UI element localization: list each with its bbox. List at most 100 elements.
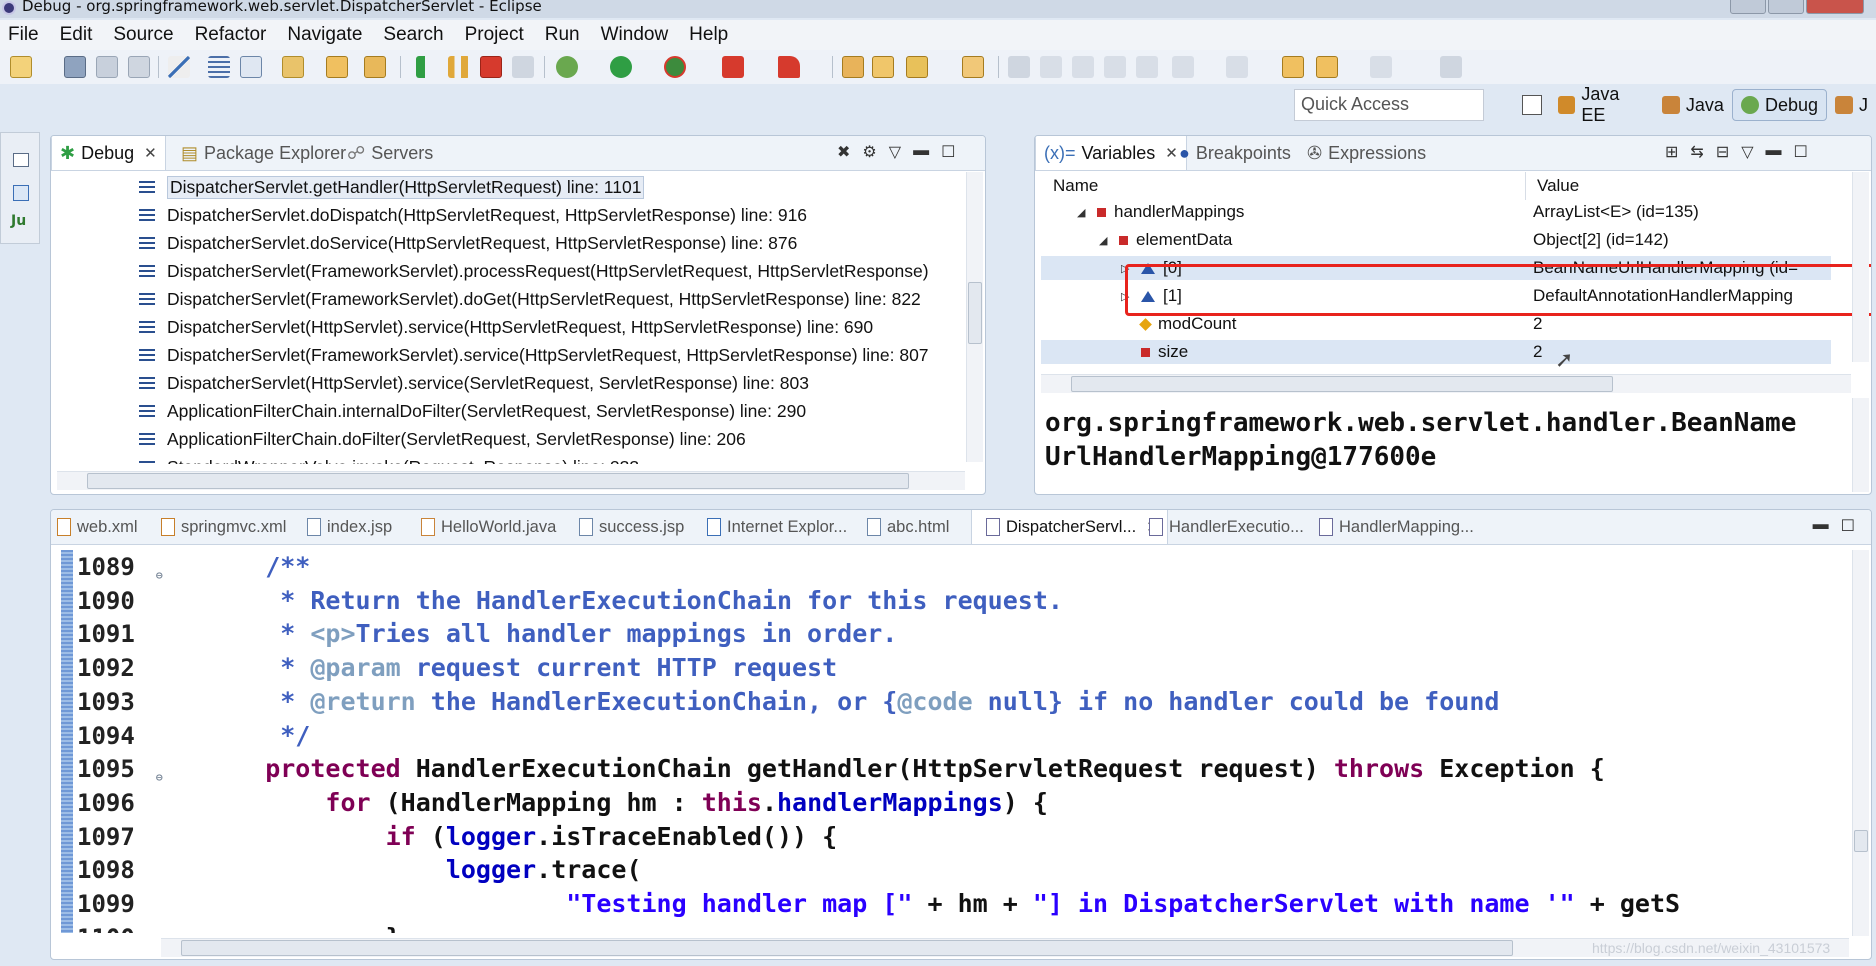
pin-editor-icon[interactable]	[1440, 56, 1462, 78]
collapse-arrow-icon[interactable]: ◢	[1077, 206, 1089, 219]
disconnect-icon[interactable]	[512, 56, 534, 78]
menu-refactor[interactable]: Refactor	[187, 24, 280, 46]
stack-frame[interactable]: ApplicationFilterChain.internalDoFilter(…	[139, 398, 806, 424]
show-whitespace-icon[interactable]	[1104, 56, 1126, 78]
view-menu-icon[interactable]: ▽	[1741, 142, 1753, 162]
run-external-tool-icon[interactable]	[664, 56, 686, 78]
resume-icon[interactable]	[416, 56, 438, 78]
run-icon[interactable]	[610, 56, 632, 78]
stack-frame[interactable]: DispatcherServlet(HttpServlet).service(S…	[139, 370, 809, 396]
vertical-scrollbar[interactable]	[1852, 172, 1869, 362]
detail-scrollbar[interactable]	[1852, 398, 1869, 492]
tab-variables[interactable]: (x)= Variables ✕	[1035, 136, 1187, 170]
horizontal-scrollbar[interactable]	[1041, 374, 1851, 393]
menu-source[interactable]: Source	[105, 24, 186, 46]
maximize-button[interactable]	[1768, 0, 1804, 14]
menu-window[interactable]: Window	[593, 24, 682, 46]
vertical-scrollbar[interactable]	[966, 172, 983, 462]
step-return-icon[interactable]	[364, 56, 386, 78]
drop-to-frame-icon[interactable]	[282, 56, 304, 78]
open-type-icon[interactable]	[842, 56, 864, 78]
minimize-button[interactable]	[1730, 0, 1766, 14]
variable-row[interactable]: size 2	[1041, 340, 1831, 364]
last-edit-location-icon[interactable]	[1282, 56, 1304, 78]
show-logical-structure-icon[interactable]: ⇆	[1690, 142, 1703, 162]
open-folder-icon[interactable]	[872, 56, 894, 78]
step-over-icon[interactable]	[326, 56, 348, 78]
perspective-debug[interactable]: Debug	[1731, 89, 1827, 121]
stack-frame[interactable]: DispatcherServlet(FrameworkServlet).doGe…	[139, 286, 921, 312]
search-toolbar-icon[interactable]	[962, 56, 984, 78]
expand-arrow-icon[interactable]: ▷	[1121, 262, 1133, 275]
code-area[interactable]: 1089 ⊖ /** 1090 * Return the HandlerExecut…	[65, 550, 1825, 933]
editor-tab[interactable]: success.jsp	[573, 510, 684, 544]
editor-tab[interactable]: abc.html	[861, 510, 949, 544]
horizontal-scrollbar[interactable]	[57, 471, 965, 490]
stack-frame[interactable]: DispatcherServlet(FrameworkServlet).serv…	[139, 342, 929, 368]
next-annotation-icon[interactable]	[1172, 56, 1194, 78]
stack-frame[interactable]: ApplicationFilterChain.doFilter(ServletR…	[139, 426, 746, 452]
stack-frame[interactable]: DispatcherServlet(HttpServlet).service(H…	[139, 314, 873, 340]
show-type-names-icon[interactable]: ⊞	[1665, 142, 1678, 162]
toggle-mark-icon[interactable]	[1008, 56, 1030, 78]
edit-icon[interactable]	[1040, 56, 1062, 78]
collapse-all-icon[interactable]: ⊟	[1716, 142, 1729, 162]
variable-row[interactable]: ▷ [0] BeanNameUrlHandlerMapping (id=	[1041, 256, 1831, 280]
perspective-java[interactable]: Java	[1654, 90, 1732, 120]
expand-arrow-icon[interactable]: ▷	[1121, 290, 1133, 303]
stack-frame[interactable]: DispatcherServlet(FrameworkServlet).proc…	[139, 258, 929, 284]
editor-tab[interactable]: springmvc.xml	[155, 510, 286, 544]
step-filters-icon[interactable]	[208, 56, 230, 78]
collapse-arrow-icon[interactable]: ◢	[1099, 234, 1111, 247]
previous-annotation-icon[interactable]	[1226, 56, 1248, 78]
minimize-view-icon[interactable]: ▬	[1813, 516, 1829, 536]
editor-tab[interactable]: HelloWorld.java	[415, 510, 556, 544]
debug-run-icon[interactable]	[556, 56, 578, 78]
suspend-icon[interactable]	[448, 56, 470, 78]
variable-row[interactable]: ◢ handlerMappings ArrayList<E> (id=135)	[1041, 200, 1831, 224]
block-selection-icon[interactable]	[1072, 56, 1094, 78]
stack-frame[interactable]: DispatcherServlet.doDispatch(HttpServlet…	[139, 202, 807, 228]
vertical-scrollbar[interactable]	[1852, 550, 1869, 936]
save-icon[interactable]	[64, 56, 86, 78]
editor-tab[interactable]: HandlerExecutio...	[1143, 510, 1304, 544]
menu-run[interactable]: Run	[537, 24, 593, 46]
menu-search[interactable]: Search	[375, 24, 456, 46]
menu-help[interactable]: Help	[681, 24, 741, 46]
use-step-filters-icon[interactable]	[240, 56, 262, 78]
editor-tab[interactable]: HandlerMapping...	[1313, 510, 1474, 544]
variable-row[interactable]: modCount 2	[1041, 312, 1831, 336]
stack-frame[interactable]: StandardWrapperValve.invoke(Request, Res…	[139, 454, 639, 464]
print-icon[interactable]	[128, 56, 150, 78]
restore-view-icon[interactable]	[13, 153, 29, 167]
menu-project[interactable]: Project	[457, 24, 537, 46]
stack-frame[interactable]: DispatcherServlet.doService(HttpServletR…	[139, 230, 797, 256]
quick-access-input[interactable]: Quick Access	[1294, 89, 1484, 121]
save-all-icon[interactable]	[96, 56, 118, 78]
editor-tab[interactable]: index.jsp	[301, 510, 392, 544]
open-perspective-button[interactable]	[1514, 90, 1550, 120]
perspective-more[interactable]: J	[1827, 90, 1876, 120]
terminate-icon[interactable]	[480, 56, 502, 78]
editor-tab[interactable]: Internet Explor...	[701, 510, 847, 544]
detail-pane[interactable]: org.springframework.web.servlet.handler.…	[1045, 406, 1805, 474]
minimize-view-icon[interactable]: ▬	[1766, 142, 1782, 162]
close-icon[interactable]: ✕	[1165, 144, 1178, 162]
paragraph-icon[interactable]	[1136, 56, 1158, 78]
maximize-view-icon[interactable]: ☐	[1794, 142, 1808, 162]
new-icon[interactable]	[10, 56, 32, 78]
editor-tab[interactable]: DispatcherServl...✕	[971, 510, 1168, 544]
tab-expressions[interactable]: ✇ Expressions	[1307, 136, 1426, 170]
back-icon[interactable]	[1316, 56, 1338, 78]
junit-icon[interactable]: Ju	[11, 213, 26, 229]
menu-navigate[interactable]: Navigate	[279, 24, 375, 46]
variable-row[interactable]: ▷ [1] DefaultAnnotationHandlerMapping	[1041, 284, 1831, 308]
column-value[interactable]: Value	[1537, 176, 1579, 196]
publish-icon[interactable]	[778, 56, 800, 78]
tab-breakpoints[interactable]: ● Breakpoints	[1179, 136, 1291, 170]
editor-tab[interactable]: web.xml	[51, 510, 138, 544]
menu-edit[interactable]: Edit	[52, 24, 106, 46]
task-list-icon[interactable]	[13, 185, 29, 201]
menu-file[interactable]: File	[0, 24, 52, 46]
open-task-icon[interactable]	[906, 56, 928, 78]
